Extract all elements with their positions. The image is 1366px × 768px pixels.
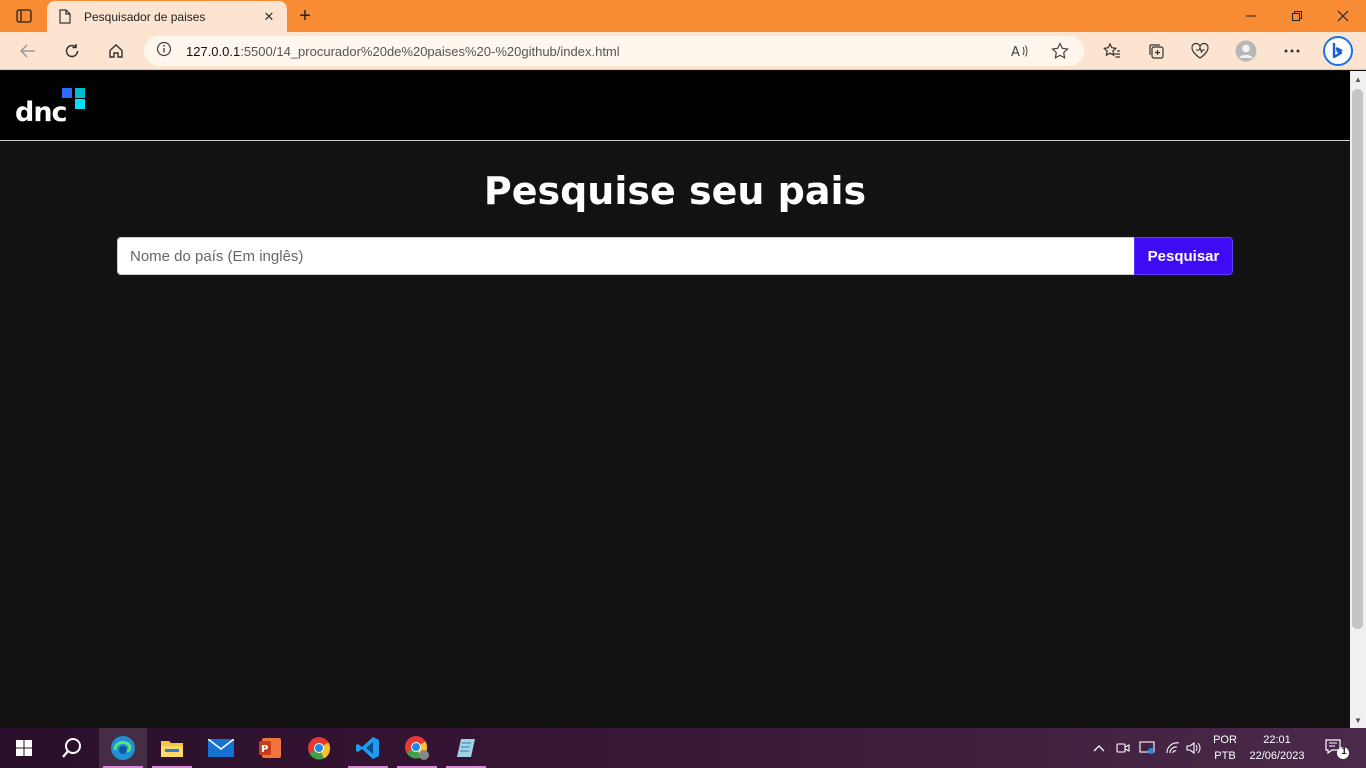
back-arrow-icon[interactable] [14,37,42,65]
search-icon[interactable] [48,728,96,768]
chrome-profile-icon[interactable] [393,728,441,768]
windows-taskbar: P POR PTB 22:01 22/06/2023 1 [0,728,1366,768]
input-language-indicator[interactable]: POR PTB [1208,732,1242,764]
logo-square-cyan [75,99,85,109]
notification-count-badge: 1 [1341,746,1347,757]
window-controls [1228,0,1366,32]
favorite-star-icon[interactable] [1048,39,1072,63]
favorites-icon[interactable] [1098,37,1126,65]
url-path: :5500/14_procurador%20de%20paises%20-%20… [240,43,620,59]
keyboard-layout: PTB [1214,750,1236,762]
page-icon [57,9,73,25]
vscode-icon[interactable] [344,728,392,768]
scroll-down-arrow-icon[interactable]: ▼ [1350,712,1366,728]
search-button[interactable]: Pesquisar [1134,237,1233,275]
url-text[interactable]: 127.0.0.1:5500/14_procurador%20de%20pais… [186,44,992,59]
svg-text:P: P [261,744,268,755]
device-status-icon[interactable] [1138,728,1156,768]
mail-icon[interactable] [197,728,245,768]
system-clock[interactable]: 22:01 22/06/2023 [1244,732,1310,764]
start-icon[interactable] [0,728,48,768]
scroll-up-arrow-icon[interactable]: ▲ [1350,71,1366,87]
close-window-icon[interactable] [1320,0,1366,32]
wifi-icon[interactable] [1162,728,1184,768]
meet-now-icon[interactable] [1114,728,1132,768]
page-title: Pesquise seu pais [483,169,867,213]
powerpoint-icon[interactable]: P [246,728,294,768]
country-search-input[interactable] [117,237,1134,275]
show-hidden-icons-icon[interactable] [1090,728,1108,768]
dnc-logo[interactable]: dnc [15,88,87,126]
home-icon[interactable] [102,37,130,65]
clock-date: 22/06/2023 [1249,750,1305,762]
site-info-icon[interactable] [156,41,172,62]
new-tab-button[interactable]: + [294,5,316,27]
read-aloud-icon[interactable]: A [1008,39,1032,63]
file-explorer-icon[interactable] [148,728,196,768]
page-scrollbar[interactable]: ▲ ▼ [1350,71,1366,728]
chrome-icon[interactable] [295,728,343,768]
url-host: 127.0.0.1 [186,43,241,59]
notepad-icon[interactable] [442,728,490,768]
browser-tab[interactable]: Pesquisador de paises ✕ [47,1,287,32]
logo-square-teal [75,88,85,98]
collections-icon[interactable] [1142,37,1170,65]
close-tab-icon[interactable]: ✕ [261,9,277,25]
language-code: POR [1213,734,1237,746]
volume-icon[interactable] [1184,728,1204,768]
more-options-icon[interactable] [1278,37,1306,65]
scroll-thumb[interactable] [1352,89,1363,629]
tab-actions-icon[interactable] [10,6,38,26]
logo-text: dnc [15,97,68,128]
restore-icon[interactable] [1274,0,1320,32]
site-header: dnc [0,71,1350,141]
tab-title: Pesquisador de paises [84,9,206,24]
browser-titlebar: Pesquisador de paises ✕ + [0,0,1366,32]
notification-center-icon[interactable]: 1 [1320,728,1354,768]
clock-time: 22:01 [1263,734,1291,746]
address-bar[interactable]: 127.0.0.1:5500/14_procurador%20de%20pais… [144,36,1084,66]
profile-avatar-icon[interactable] [1232,37,1260,65]
edge-icon[interactable] [99,728,147,768]
refresh-icon[interactable] [58,37,86,65]
bing-copilot-icon[interactable] [1322,35,1354,67]
browser-toolbar: 127.0.0.1:5500/14_procurador%20de%20pais… [0,32,1366,70]
minimize-icon[interactable] [1228,0,1274,32]
browser-essentials-icon[interactable] [1186,37,1214,65]
country-search-form: Pesquisar [117,237,1233,275]
web-page: dnc Pesquise seu pais Pesquisar [0,71,1350,728]
logo-square-blue [62,88,72,98]
svg-text:A: A [1011,45,1020,58]
